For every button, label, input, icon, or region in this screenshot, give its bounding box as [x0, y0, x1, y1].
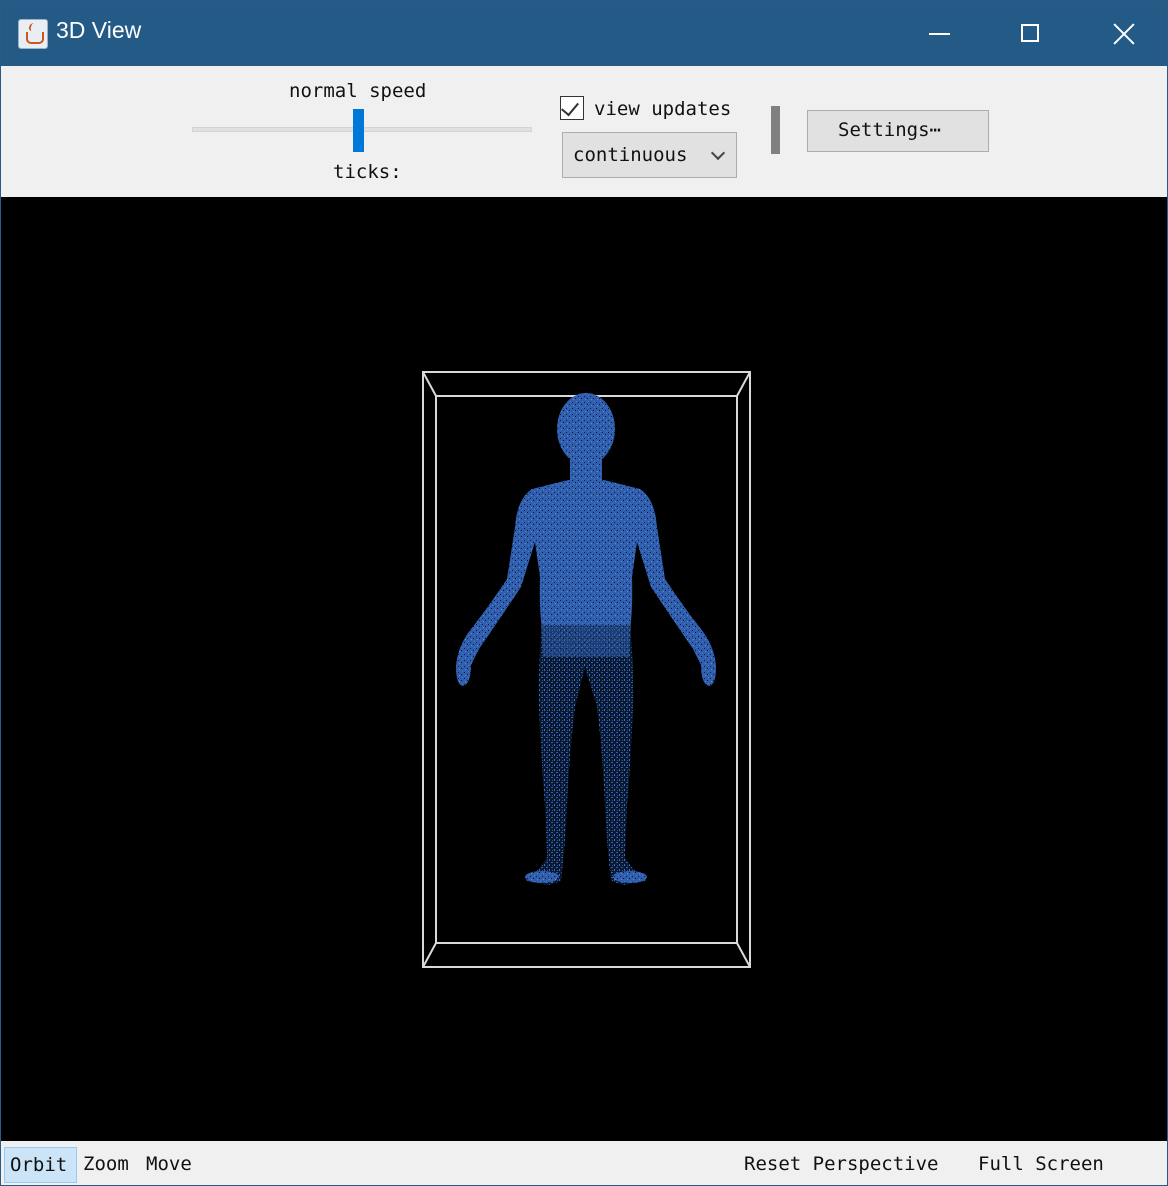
speed-label: normal speed [289, 80, 427, 102]
human-point-cloud [456, 393, 716, 885]
toolbar-separator [771, 106, 780, 154]
title-bar[interactable]: 3D View [1, 1, 1167, 66]
maximize-button[interactable] [986, 1, 1076, 66]
update-mode-dropdown[interactable]: continuous [562, 132, 737, 178]
maximize-icon [1021, 24, 1039, 42]
orbit-mode-button[interactable]: Orbit [4, 1147, 77, 1183]
view-updates-label[interactable]: view updates [594, 98, 731, 120]
zoom-mode-button[interactable]: Zoom [83, 1147, 129, 1183]
window-title: 3D View [56, 17, 142, 43]
bottom-bar: Orbit Zoom Move Reset Perspective Full S… [1, 1141, 1167, 1185]
reset-perspective-button[interactable]: Reset Perspective [744, 1147, 938, 1183]
ticks-label: ticks: [333, 161, 402, 183]
3d-viewport[interactable] [1, 197, 1167, 1141]
update-mode-value: continuous [573, 144, 688, 166]
move-mode-button[interactable]: Move [146, 1147, 192, 1183]
app-window: 3D View normal speed ticks: view updates… [0, 0, 1168, 1186]
checkmark-icon [561, 97, 579, 117]
close-button[interactable] [1077, 1, 1167, 66]
view-updates-checkbox[interactable] [560, 96, 584, 120]
3d-scene[interactable] [1, 197, 1167, 1141]
chevron-down-icon [710, 145, 726, 161]
settings-button[interactable]: Settings⋯ [807, 110, 989, 152]
minimize-icon [929, 33, 950, 35]
toolbar: normal speed ticks: view updates continu… [1, 66, 1167, 197]
close-icon [1113, 23, 1135, 45]
minimize-button[interactable] [894, 1, 984, 66]
speed-slider-thumb[interactable] [353, 109, 364, 152]
full-screen-button[interactable]: Full Screen [978, 1147, 1104, 1183]
java-app-icon[interactable] [18, 19, 48, 49]
